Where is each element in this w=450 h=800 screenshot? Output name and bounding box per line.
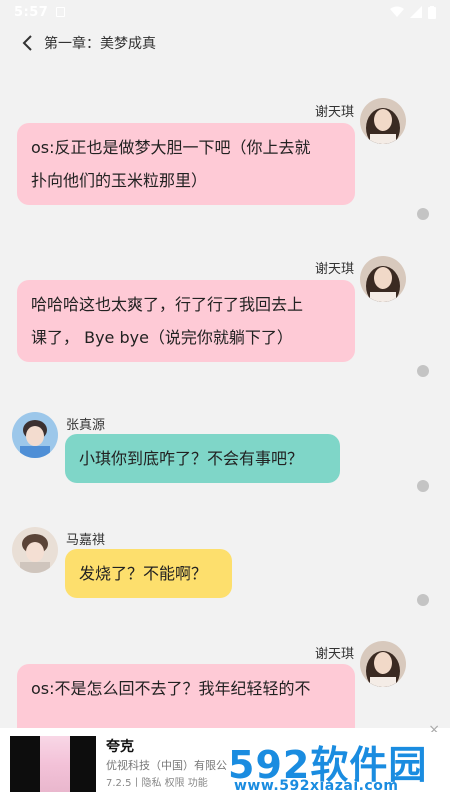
- message-bubble: 小琪你到底咋了？不会有事吧？: [65, 434, 340, 483]
- ad-company: 优视科技（中国）有限公司: [106, 759, 238, 772]
- message-bubble: os:反正也是做梦大胆一下吧（你上去就 扑向他们的玉米粒那里）: [17, 123, 355, 205]
- avatar-girl-icon: [360, 256, 406, 302]
- avatar-girl-icon: [360, 641, 406, 687]
- message-line: 发烧了？不能啊？: [79, 564, 208, 583]
- ad-banner[interactable]: 夸克 优视科技（中国）有限公司 7.2.5丨隐私 权限 功能 × 592软件园 …: [0, 722, 450, 800]
- message-line: os:不是怎么回不去了？我年纪轻轻的不: [31, 679, 311, 698]
- message-bubble: os:不是怎么回不去了？我年纪轻轻的不: [17, 664, 355, 728]
- avatar[interactable]: [12, 412, 58, 458]
- ad-cover-image: [40, 736, 70, 792]
- wifi-icon: [390, 6, 404, 17]
- speaker-name: 谢天琪: [314, 262, 354, 277]
- chapter-header: 第一章：美梦成真: [0, 26, 450, 60]
- status-dot: [417, 208, 429, 220]
- avatar[interactable]: [360, 98, 406, 144]
- avatar[interactable]: [12, 527, 58, 573]
- chapter-title: 第一章：美梦成真: [44, 36, 156, 52]
- status-icons: [390, 5, 436, 19]
- status-dot: [417, 594, 429, 606]
- back-button[interactable]: [22, 33, 40, 53]
- status-bar: 5:57: [0, 0, 450, 24]
- message-line: 扑向他们的玉米粒那里）: [31, 171, 208, 190]
- battery-icon: [428, 5, 436, 19]
- watermark-logo: 592软件园 www.592xiazai.com: [228, 732, 450, 800]
- message-line: 课了， Bye bye（说完你就躺下了）: [31, 328, 293, 347]
- avatar-boy-icon: [12, 527, 58, 573]
- message-line: 哈哈哈这也太爽了，行了行了我回去上: [31, 295, 304, 314]
- message-line: os:反正也是做梦大胆一下吧（你上去就: [31, 138, 311, 157]
- chevron-left-icon: [22, 35, 32, 51]
- ad-app-name: 夸克: [106, 739, 134, 755]
- speaker-name: 马嘉祺: [66, 533, 106, 548]
- message-bubble: 哈哈哈这也太爽了，行了行了我回去上 课了， Bye bye（说完你就躺下了）: [17, 280, 355, 362]
- speaker-name: 张真源: [66, 418, 106, 433]
- avatar-boy-icon: [12, 412, 58, 458]
- status-dot: [417, 365, 429, 377]
- notification-icon: [56, 7, 66, 17]
- ad-meta[interactable]: 7.2.5丨隐私 权限 功能: [106, 774, 208, 789]
- speaker-name: 谢天琪: [314, 105, 354, 120]
- message-bubble: 发烧了？不能啊？: [65, 549, 232, 598]
- signal-icon: [410, 6, 422, 18]
- watermark-url: www.592xiazai.com: [234, 778, 399, 794]
- message-line: 小琪你到底咋了？不会有事吧？: [79, 449, 304, 468]
- avatar[interactable]: [360, 256, 406, 302]
- ad-thumbnail[interactable]: [10, 736, 96, 792]
- status-time: 5:57: [14, 4, 49, 20]
- speaker-name: 谢天琪: [314, 647, 354, 662]
- avatar-girl-icon: [360, 98, 406, 144]
- avatar[interactable]: [360, 641, 406, 687]
- status-dot: [417, 480, 429, 492]
